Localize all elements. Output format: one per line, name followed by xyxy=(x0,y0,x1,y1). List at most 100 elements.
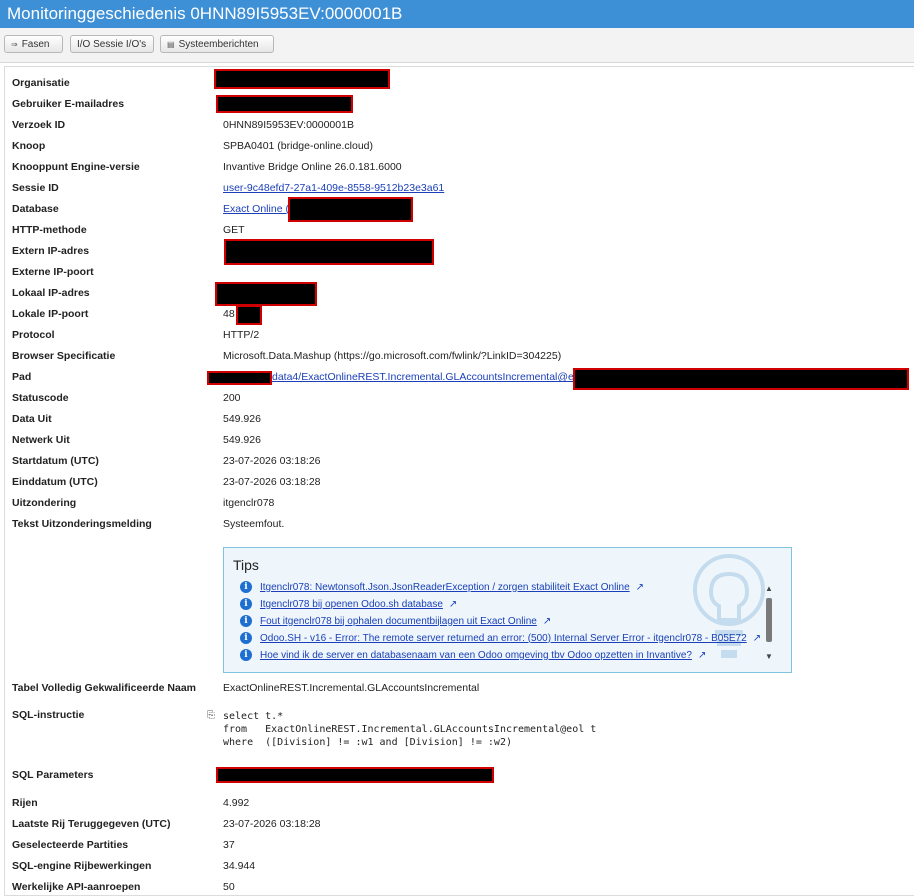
fasen-label: Fasen xyxy=(21,38,50,50)
label-pad: Pad xyxy=(12,371,32,383)
value-rijen: 4.992 xyxy=(223,797,250,809)
value-tabel: ExactOnlineREST.Incremental.GLAccountsIn… xyxy=(223,682,480,694)
redacted-lok-port xyxy=(236,305,262,325)
toolbar: ⇒ Fasen I/O Sessie I/O's ▤ Systeemberich… xyxy=(0,28,914,63)
tips-box: Tips i Itgenclr078: Newtonsoft.Json.Json… xyxy=(223,547,792,673)
info-icon: i xyxy=(240,632,252,644)
systeemberichten-label: Systeemberichten xyxy=(178,38,259,50)
value-sql-engine: 34.944 xyxy=(223,860,256,872)
value-uitzondering: itgenclr078 xyxy=(223,497,275,509)
label-sql-params: SQL Parameters xyxy=(12,769,94,781)
label-browser: Browser Specificatie xyxy=(12,350,116,362)
external-link-icon[interactable]: ↗ xyxy=(753,633,761,644)
value-eind: 23-07-2026 03:18:28 xyxy=(223,476,321,488)
label-tekst-uitz: Tekst Uitzonderingsmelding xyxy=(12,518,152,530)
label-netwerk-uit: Netwerk Uit xyxy=(12,434,70,446)
messages-icon: ▤ xyxy=(167,39,175,49)
label-engine: Knooppunt Engine-versie xyxy=(12,161,140,173)
value-data-uit: 549.926 xyxy=(223,413,261,425)
label-database: Database xyxy=(12,203,59,215)
redacted-pad-prefix xyxy=(207,371,272,385)
label-organisatie: Organisatie xyxy=(12,77,70,89)
scroll-thumb[interactable] xyxy=(766,598,772,642)
external-link-icon[interactable]: ↗ xyxy=(543,616,551,627)
redacted-database xyxy=(288,197,413,222)
label-status: Statuscode xyxy=(12,392,69,404)
sql-line: from ExactOnlineREST.Incremental.GLAccou… xyxy=(223,724,597,735)
info-icon: i xyxy=(240,581,252,593)
sql-line: select t.* xyxy=(223,711,284,722)
value-protocol: HTTP/2 xyxy=(223,329,260,341)
info-icon: i xyxy=(240,649,252,661)
value-api: 50 xyxy=(223,881,235,893)
label-laatste-rij: Laatste Rij Teruggegeven (UTC) xyxy=(12,818,171,830)
tip-link[interactable]: Itgenclr078: Newtonsoft.Json.JsonReaderE… xyxy=(260,582,630,593)
redacted-lok-ip xyxy=(215,282,317,306)
phases-icon: ⇒ xyxy=(11,39,18,49)
external-link-icon[interactable]: ↗ xyxy=(636,582,644,593)
redacted-pad-suffix xyxy=(573,368,909,390)
value-partities: 37 xyxy=(223,839,235,851)
label-verzoek-id: Verzoek ID xyxy=(12,119,66,131)
tip-item: i Hoe vind ik de server en databasenaam … xyxy=(240,648,706,662)
label-sessie-id: Sessie ID xyxy=(12,182,59,194)
label-ext-port: Externe IP-poort xyxy=(12,266,94,278)
label-api: Werkelijke API-aanroepen xyxy=(12,881,141,893)
value-start: 23-07-2026 03:18:26 xyxy=(223,455,321,467)
sql-line: where ([Division] != :w1 and [Division] … xyxy=(223,737,512,748)
value-sessie-id-link[interactable]: user-9c48efd7-27a1-409e-8558-9512b23e3a6… xyxy=(223,182,444,194)
tips-scrollbar[interactable]: ▲ ▼ xyxy=(763,584,775,664)
label-http: HTTP-methode xyxy=(12,224,87,236)
label-start: Startdatum (UTC) xyxy=(12,455,99,467)
value-tekst-uitz: Systeemfout. xyxy=(223,518,285,530)
tip-item: i Fout itgenclr078 bij ophalen documentb… xyxy=(240,614,551,628)
label-sql-engine: SQL-engine Rijbewerkingen xyxy=(12,860,152,872)
label-knoop: Knoop xyxy=(12,140,46,152)
tip-item: i Itgenclr078: Newtonsoft.Json.JsonReade… xyxy=(240,580,644,594)
label-lok-port: Lokale IP-poort xyxy=(12,308,89,320)
tip-link[interactable]: Itgenclr078 bij openen Odoo.sh database xyxy=(260,599,443,610)
value-browser: Microsoft.Data.Mashup (https://go.micros… xyxy=(223,350,562,362)
value-lok-port: 48 xyxy=(223,308,235,320)
label-uitzondering: Uitzondering xyxy=(12,497,77,509)
fasen-button[interactable]: ⇒ Fasen xyxy=(4,35,63,53)
value-laatste-rij: 23-07-2026 03:18:28 xyxy=(223,818,321,830)
tip-item: i Itgenclr078 bij openen Odoo.sh databas… xyxy=(240,597,457,611)
label-eind: Einddatum (UTC) xyxy=(12,476,98,488)
scroll-up-icon[interactable]: ▲ xyxy=(765,584,773,593)
tip-link[interactable]: Odoo.SH - v16 - Error: The remote server… xyxy=(260,633,747,644)
value-engine: Invantive Bridge Online 26.0.181.6000 xyxy=(223,161,402,173)
value-database-link[interactable]: Exact Online (n xyxy=(223,203,295,215)
label-data-uit: Data Uit xyxy=(12,413,52,425)
value-knoop: SPBA0401 (bridge-online.cloud) xyxy=(223,140,374,152)
tip-link[interactable]: Hoe vind ik de server en databasenaam va… xyxy=(260,650,692,661)
page-title: Monitoringgeschiedenis 0HNN89I5953EV:000… xyxy=(7,4,403,23)
tip-item: i Odoo.SH - v16 - Error: The remote serv… xyxy=(240,631,761,645)
external-link-icon[interactable]: ↗ xyxy=(698,650,706,661)
label-rijen: Rijen xyxy=(12,797,38,809)
tip-link[interactable]: Fout itgenclr078 bij ophalen documentbij… xyxy=(260,616,537,627)
value-status: 200 xyxy=(223,392,241,404)
label-partities: Geselecteerde Partities xyxy=(12,839,129,851)
info-icon: i xyxy=(240,598,252,610)
external-link-icon[interactable]: ↗ xyxy=(449,599,457,610)
label-ext-ip: Extern IP-adres xyxy=(12,245,90,257)
sessie-io-button[interactable]: I/O Sessie I/O's xyxy=(70,35,154,53)
systeemberichten-button[interactable]: ▤ Systeemberichten xyxy=(160,35,274,53)
label-tabel: Tabel Volledig Gekwalificeerde Naam xyxy=(12,682,197,694)
copy-icon[interactable]: ⎘ xyxy=(207,710,215,721)
redacted-organisatie xyxy=(214,69,390,89)
value-netwerk-uit: 549.926 xyxy=(223,434,261,446)
value-verzoek-id: 0HNN89I5953EV:0000001B xyxy=(223,119,354,131)
title-bar: Monitoringgeschiedenis 0HNN89I5953EV:000… xyxy=(0,0,914,28)
label-lok-ip: Lokaal IP-adres xyxy=(12,287,90,299)
value-pad-link[interactable]: data4/ExactOnlineREST.Incremental.GLAcco… xyxy=(272,371,597,383)
label-sql: SQL-instructie xyxy=(12,709,85,721)
redacted-ext-ip xyxy=(224,239,434,265)
redacted-sql-params xyxy=(216,767,494,783)
info-icon: i xyxy=(240,615,252,627)
sessie-io-label: I/O Sessie I/O's xyxy=(77,38,147,50)
sql-code: select t.* from ExactOnlineREST.Increment… xyxy=(223,710,596,749)
tips-heading: Tips xyxy=(233,557,259,573)
scroll-down-icon[interactable]: ▼ xyxy=(765,652,773,661)
